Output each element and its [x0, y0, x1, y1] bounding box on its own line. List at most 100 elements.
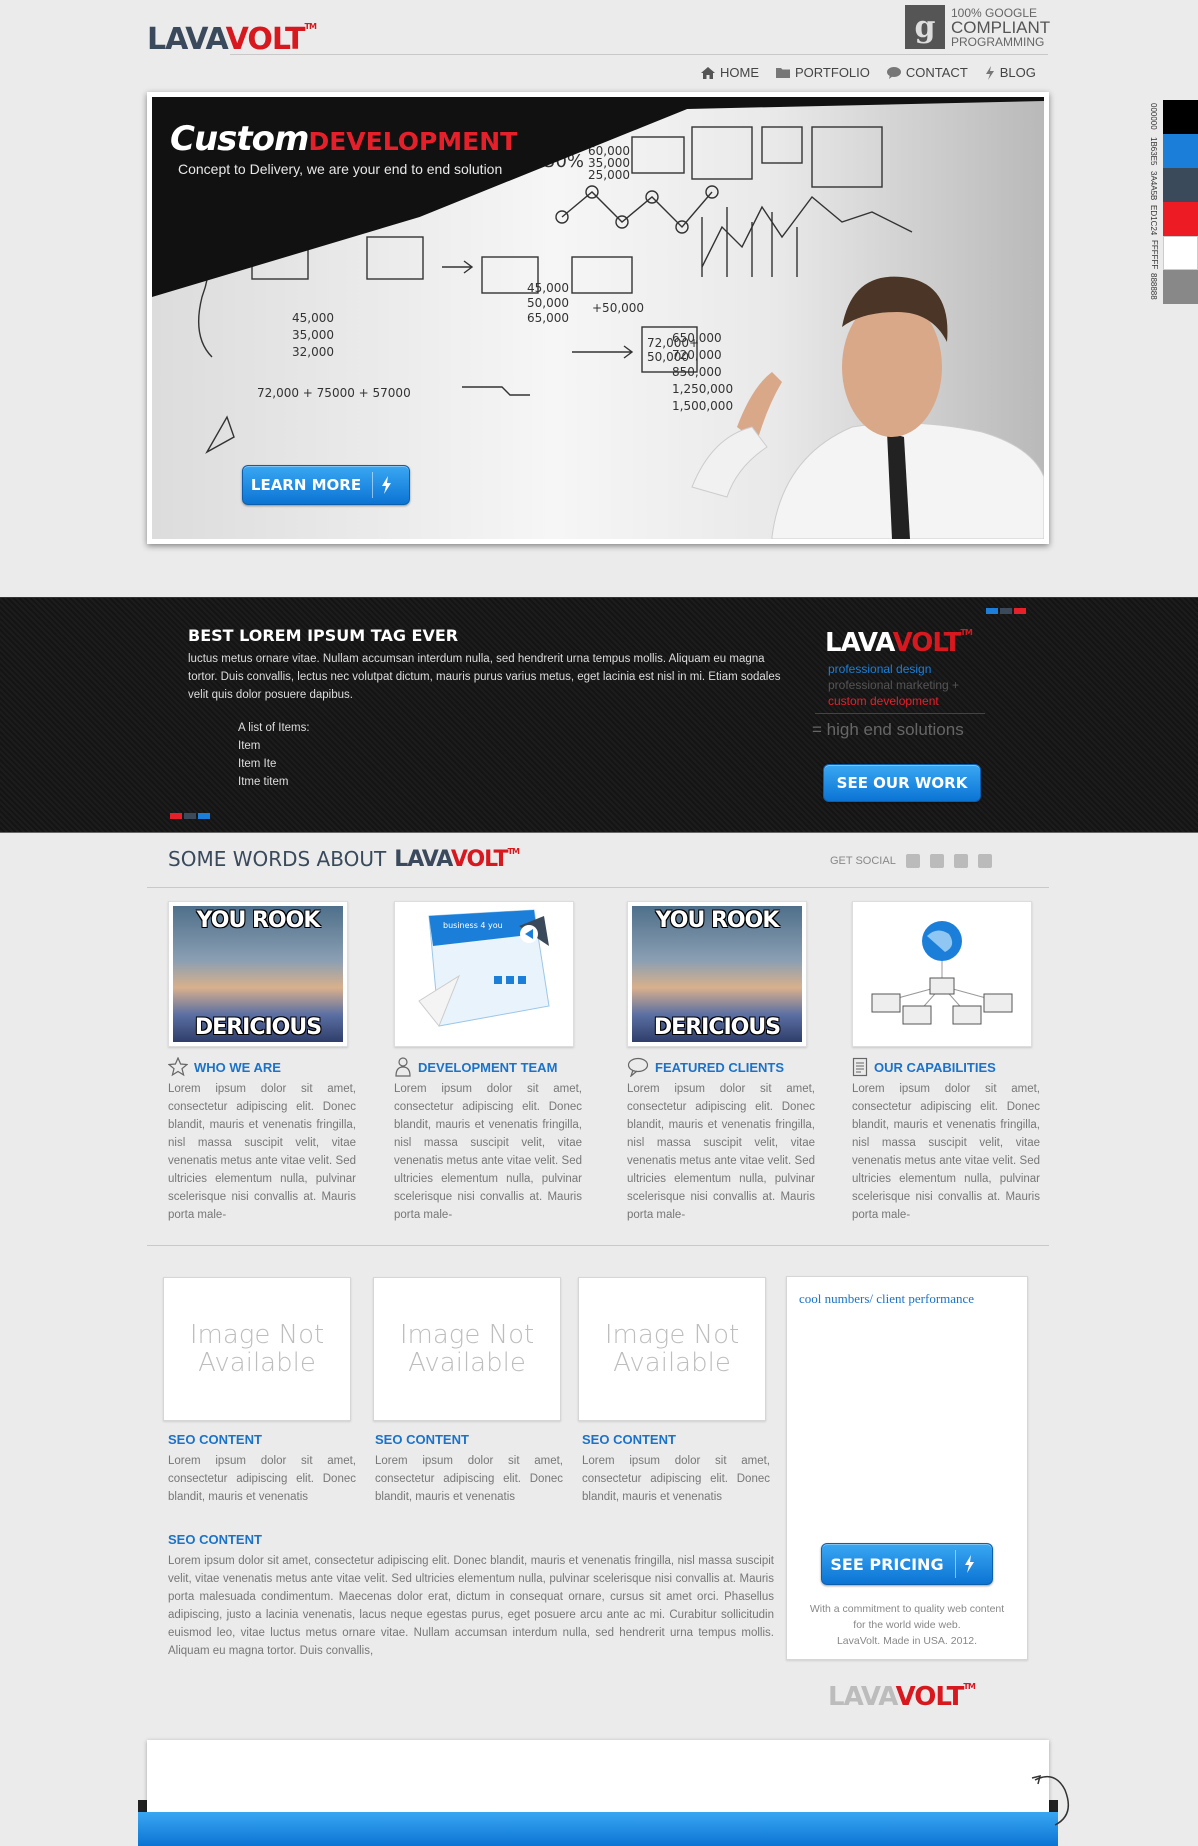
home-icon — [701, 66, 715, 79]
board-num-16: 65,000 — [527, 311, 569, 325]
seo-title-2[interactable]: SEO CONTENT — [375, 1432, 469, 1447]
hero-title-custom: Custom — [170, 119, 309, 159]
band-tags-divider — [815, 713, 985, 714]
speech-bubble-icon — [886, 67, 901, 79]
twitter-icon[interactable] — [905, 854, 920, 868]
nav-portfolio[interactable]: PORTFOLIO — [775, 65, 870, 80]
logo-tm: TM — [304, 22, 316, 31]
panel-foot-3: LavaVolt. Made in USA. 2012. — [836, 1635, 978, 1647]
meme-top-text: YOU ROOK — [196, 908, 321, 933]
document-icon — [852, 1057, 868, 1077]
card-title[interactable]: DEVELOPMENT TEAM — [394, 1057, 584, 1077]
nav-contact[interactable]: CONTACT — [886, 65, 968, 80]
google-icon: g — [905, 5, 945, 49]
board-num-15: 50,000 — [527, 296, 569, 310]
board-num-18: 72,000+ — [647, 336, 699, 350]
meme-top-text: YOU ROOK — [655, 908, 780, 933]
seo-body-2: Lorem ipsum dolor sit amet, consectetur … — [375, 1455, 563, 1503]
board-num-2: 35,000 — [292, 328, 334, 342]
board-num-1: 45,000 — [292, 311, 334, 325]
card-body: Lorem ipsum dolor sit amet, consectetur … — [627, 1083, 815, 1221]
bolt-icon — [985, 65, 994, 80]
image-placeholder-1: Image Not Available — [163, 1277, 351, 1421]
band-logo: LAVAVOLTTM — [825, 628, 973, 658]
tag-marketing: professional marketing + — [828, 678, 960, 692]
swatch-red: ED1C24 — [1149, 202, 1198, 236]
card-body: Lorem ipsum dolor sit amet, consectetur … — [852, 1083, 1040, 1221]
facebook-icon[interactable] — [929, 854, 944, 868]
board-num-7: 850,000 — [672, 365, 722, 379]
flickr-icon[interactable] — [953, 854, 968, 868]
card-image: business 4 you — [394, 901, 574, 1047]
badge-line-3: PROGRAMMING — [951, 34, 1045, 49]
about-divider — [147, 887, 1049, 888]
band-list-title: A list of Items: — [238, 722, 310, 734]
see-our-work-button[interactable]: SEE OUR WORK — [823, 764, 981, 802]
card-title[interactable]: FEATURED CLIENTS — [627, 1057, 817, 1077]
band-list-item: Item Ite — [238, 758, 277, 770]
band-accent-top — [986, 608, 1026, 614]
folder-icon — [776, 68, 790, 78]
meme-bottom-text: DERICIOUS — [194, 1015, 322, 1040]
logo-volt-text: VOLT — [225, 22, 306, 57]
curl-arrow-icon — [1031, 1774, 1070, 1826]
board-num-9: 1,500,000 — [672, 399, 733, 413]
tag-high-end: = high end solutions — [812, 720, 964, 739]
seo-long-title[interactable]: SEO CONTENT — [168, 1532, 262, 1547]
board-num-8: 1,250,000 — [672, 382, 733, 396]
card-title-label: DEVELOPMENT TEAM — [418, 1059, 558, 1075]
board-num-19: 50,000 — [647, 350, 689, 364]
card-image: YOU ROOK DERICIOUS — [168, 901, 348, 1047]
band-list: A list of Items: Item Item Ite Itme tite… — [238, 719, 310, 791]
card-who-we-are: YOU ROOK DERICIOUS WHO WE ARE Lorem ipsu… — [168, 901, 358, 1228]
swatch-blue: 1B63E5 — [1149, 134, 1198, 168]
panel-footer: With a commitment to quality web content… — [787, 1601, 1027, 1649]
seo-title-1[interactable]: SEO CONTENT — [168, 1432, 262, 1447]
board-num-17: +50,000 — [592, 301, 644, 315]
logo-lava-text: LAVA — [147, 22, 227, 57]
seo-title-3[interactable]: SEO CONTENT — [582, 1432, 676, 1447]
card-body: Lorem ipsum dolor sit amet, consectetur … — [394, 1083, 582, 1221]
board-num-3: 32,000 — [292, 345, 334, 359]
bolt-icon — [372, 472, 399, 498]
see-our-work-label: SEE OUR WORK — [836, 774, 968, 792]
site-logo[interactable]: LAVAVOLTTM — [147, 22, 317, 57]
nav-home-label: HOME — [720, 65, 759, 80]
band-text: luctus metus ornare vitae. Nullam accums… — [188, 653, 781, 701]
about-logo: LAVAVOLTTM — [394, 847, 520, 872]
youtube-icon[interactable] — [977, 854, 992, 868]
nav-portfolio-label: PORTFOLIO — [795, 65, 870, 80]
person-icon — [395, 1057, 411, 1077]
star-icon — [168, 1057, 188, 1077]
card-body: Lorem ipsum dolor sit amet, consectetur … — [168, 1083, 356, 1221]
card-title[interactable]: OUR CAPABILITIES — [852, 1057, 1042, 1077]
hero-title-development: DEVELOPMENT — [308, 127, 518, 156]
feature-band: BEST LOREM IPSUM TAG EVER luctus metus o… — [0, 597, 1198, 833]
card-title-label: OUR CAPABILITIES — [874, 1059, 996, 1075]
learn-more-label: LEARN MORE — [250, 476, 362, 494]
band-list-item: Itme titem — [238, 776, 289, 788]
learn-more-button[interactable]: LEARN MORE — [242, 465, 410, 505]
card-title-label: WHO WE ARE — [194, 1059, 281, 1075]
meme-bottom-text: DERICIOUS — [653, 1015, 781, 1040]
band-list-item: Item — [238, 740, 261, 752]
card-featured-clients: YOU ROOK DERICIOUS FEATURED CLIENTS Lore… — [627, 901, 817, 1228]
google-compliant-badge: g 100% GOOGLE COMPLIANT PROGRAMMING — [905, 5, 1050, 49]
hero-title: CustomDEVELOPMENT — [170, 119, 517, 159]
see-pricing-button[interactable]: SEE PRICING — [821, 1543, 993, 1585]
footer-logo: LAVAVOLTTM — [828, 1682, 976, 1712]
tag-design: professional design — [828, 662, 932, 676]
client-performance-panel: cool numbers/ client performance SEE PRI… — [786, 1276, 1028, 1660]
panel-foot-2: for the world wide web. — [853, 1619, 961, 1631]
brochure-text: business 4 you — [443, 921, 503, 930]
badge-line-1: 100% GOOGLE — [951, 5, 1038, 20]
card-title[interactable]: WHO WE ARE — [168, 1057, 358, 1077]
nav-home[interactable]: HOME — [700, 65, 759, 80]
color-swatch-strip: 000000 1B63E5 3A4A5B ED1C24 FFFFFF 88888… — [1149, 100, 1198, 304]
nav-blog[interactable]: BLOG — [984, 65, 1036, 80]
header-divider — [230, 54, 1048, 55]
panel-title: cool numbers/ client performance — [799, 1291, 975, 1306]
bolt-icon — [955, 1550, 982, 1578]
card-development-team: business 4 you DEVELOPMENT TEAM Lorem ip… — [394, 901, 584, 1228]
tag-development: custom development — [828, 694, 939, 708]
